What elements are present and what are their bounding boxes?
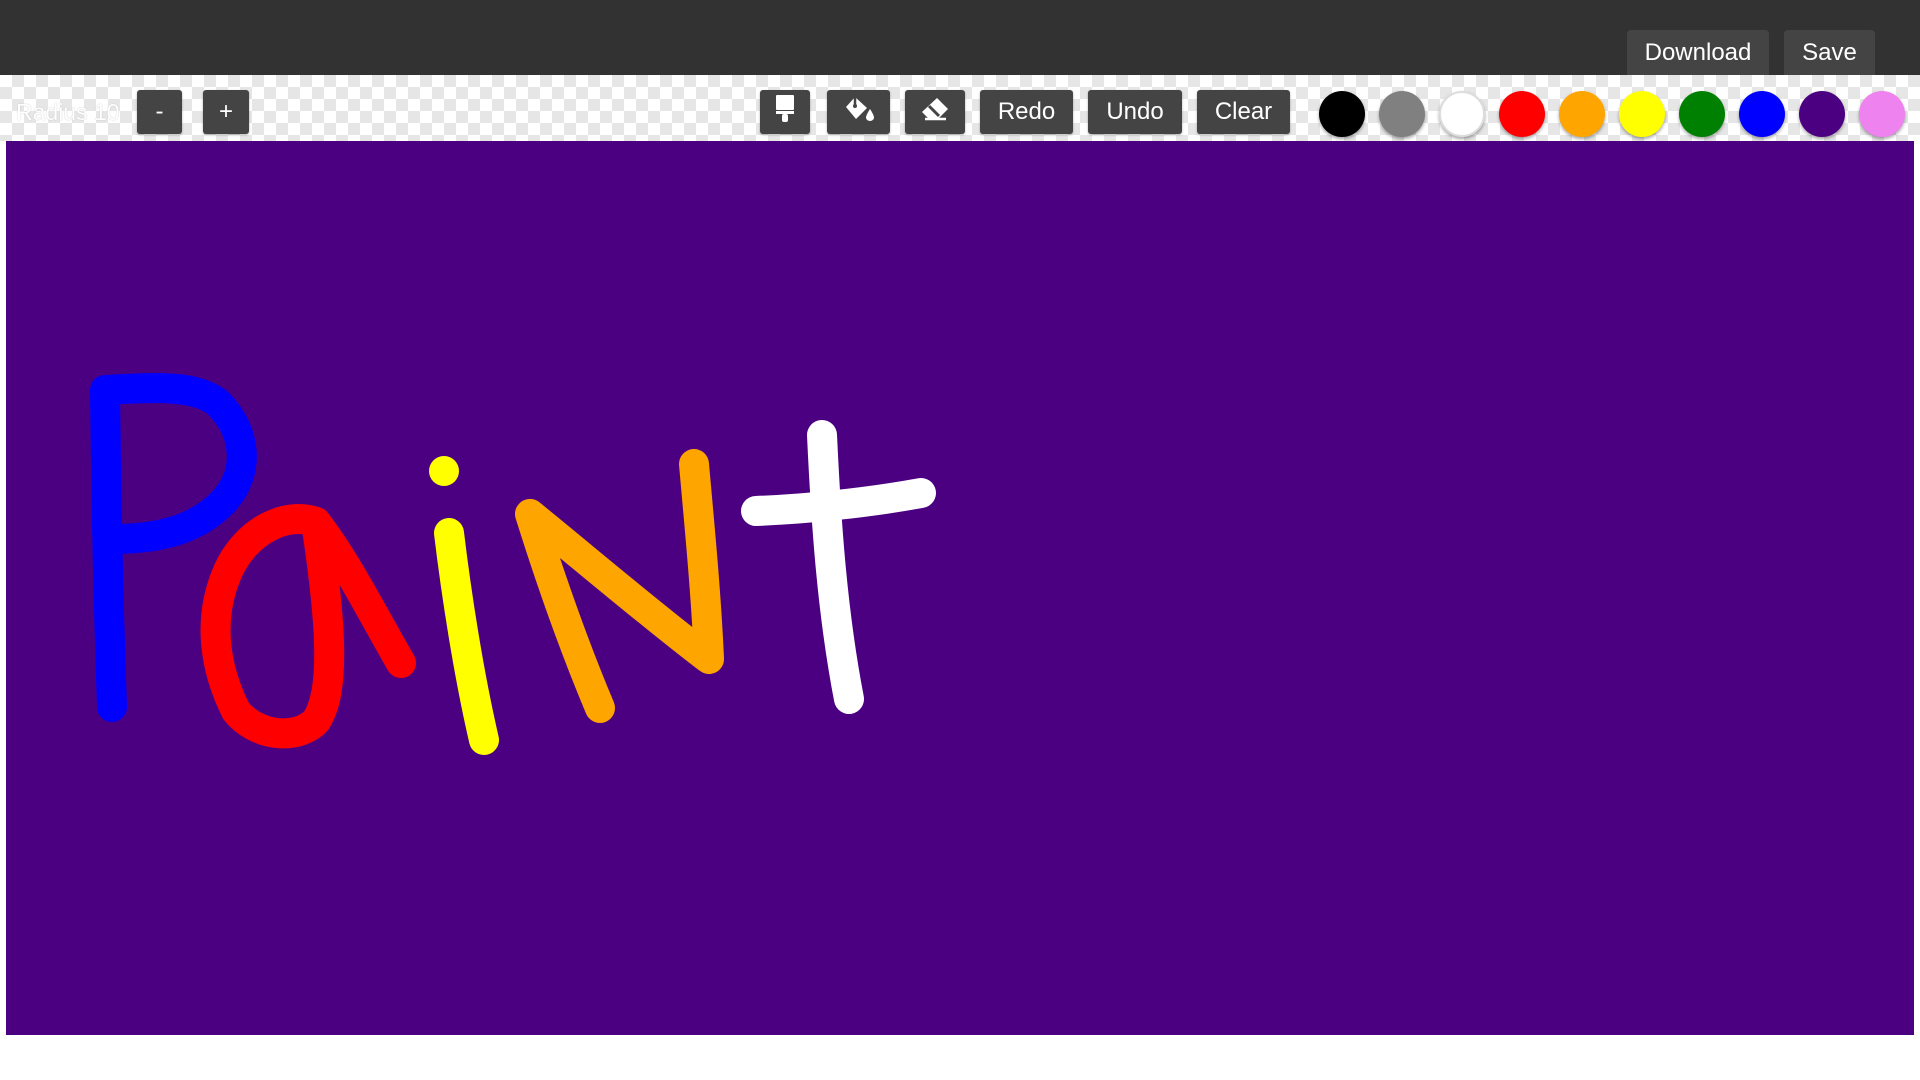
paint-brush-icon [774,94,796,131]
color-swatch-orange[interactable] [1559,91,1605,137]
decrease-radius-button[interactable]: - [137,90,182,134]
stroke-letter-t-stem [807,420,864,714]
color-swatch-red[interactable] [1499,91,1545,137]
brush-tool-button[interactable] [760,90,810,134]
redo-button[interactable]: Redo [980,90,1073,134]
paint-bucket-icon [843,94,875,131]
stroke-letter-i-dot [429,456,459,486]
undo-button[interactable]: Undo [1088,90,1182,134]
drawing-canvas[interactable] [6,141,1914,1035]
save-button[interactable]: Save [1784,30,1875,75]
stroke-letter-n [515,449,724,723]
radius-label: Radius 10 [16,99,120,125]
color-swatch-white[interactable] [1439,91,1485,137]
color-swatch-violet[interactable] [1859,91,1905,137]
color-swatch-blue[interactable] [1739,91,1785,137]
stroke-letter-i-stem [434,518,499,755]
paint-strokes-drawing [90,373,936,755]
color-swatch-indigo[interactable] [1799,91,1845,137]
eraser-tool-button[interactable] [905,90,965,134]
stroke-letter-t-bar [741,478,936,526]
color-swatch-yellow[interactable] [1619,91,1665,137]
clear-button[interactable]: Clear [1197,90,1290,134]
download-button[interactable]: Download [1627,30,1769,75]
eraser-icon [920,95,950,130]
toolbar: Radius 10 - + Redo Undo Clear [0,75,1920,141]
top-bar: Download Save [0,0,1920,75]
color-swatch-gray[interactable] [1379,91,1425,137]
stroke-letter-a [200,504,416,749]
color-swatch-green[interactable] [1679,91,1725,137]
fill-tool-button[interactable] [827,90,890,134]
color-swatch-black[interactable] [1319,91,1365,137]
increase-radius-button[interactable]: + [203,90,249,134]
